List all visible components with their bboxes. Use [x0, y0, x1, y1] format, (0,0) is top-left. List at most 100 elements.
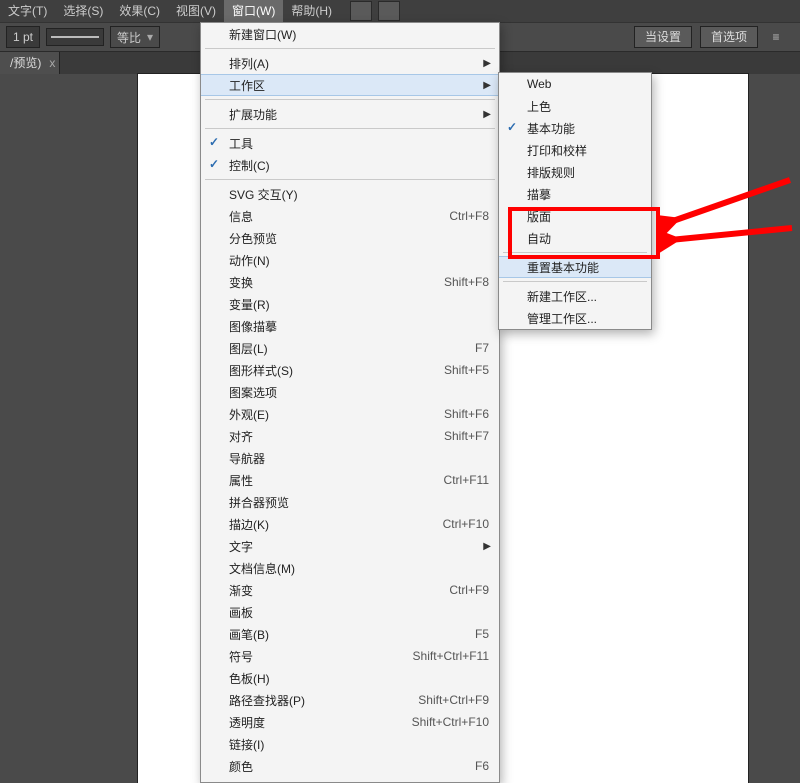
scale-mode-select[interactable]: 等比 ▾	[110, 26, 160, 48]
menu-view[interactable]: 视图(V)	[168, 0, 224, 22]
menu-help[interactable]: 帮助(H)	[283, 0, 340, 22]
preferences-button[interactable]: 首选项	[700, 26, 758, 48]
menu-item-label: 工作区	[229, 77, 489, 94]
menu-separator	[503, 281, 647, 282]
submenu-item[interactable]: 上色	[499, 95, 651, 117]
stroke-weight-field[interactable]: 1 pt	[6, 26, 40, 48]
menu-item-label: 图形样式(S)	[229, 362, 414, 379]
menu-item[interactable]: 颜色参考Shift+F3	[201, 777, 499, 783]
menu-item[interactable]: 图案选项	[201, 381, 499, 403]
menu-item-shortcut: Shift+F6	[414, 407, 489, 421]
menu-item-label: 链接(I)	[229, 736, 489, 753]
menu-item-label: 颜色	[229, 758, 445, 775]
menu-item[interactable]: 符号Shift+Ctrl+F11	[201, 645, 499, 667]
document-setup-button[interactable]: 当设置	[634, 26, 692, 48]
menu-effect[interactable]: 效果(C)	[111, 0, 168, 22]
submenu-item[interactable]: 排版规则	[499, 161, 651, 183]
submenu-item[interactable]: 版面	[499, 205, 651, 227]
menu-item[interactable]: 色板(H)	[201, 667, 499, 689]
menu-separator	[205, 128, 495, 129]
submenu-item-label: 基本功能	[527, 120, 641, 137]
menu-item-label: 对齐	[229, 428, 414, 445]
menu-item[interactable]: 文字▶	[201, 535, 499, 557]
menu-item-shortcut: Ctrl+F10	[413, 517, 489, 531]
menu-item[interactable]: 对齐Shift+F7	[201, 425, 499, 447]
menu-item-shortcut: F7	[445, 341, 489, 355]
menu-item[interactable]: 动作(N)	[201, 249, 499, 271]
menu-item[interactable]: 新建窗口(W)	[201, 23, 499, 45]
menu-item-label: 图层(L)	[229, 340, 445, 357]
menu-item-label: 属性	[229, 472, 414, 489]
stroke-preview[interactable]	[46, 28, 104, 46]
menu-item[interactable]: 图像描摹	[201, 315, 499, 337]
submenu-item-label: 管理工作区...	[527, 310, 641, 327]
menu-item-label: 外观(E)	[229, 406, 414, 423]
menu-item-shortcut: Shift+Ctrl+F9	[388, 693, 489, 707]
menu-item[interactable]: ✓工具	[201, 132, 499, 154]
menu-item[interactable]: 扩展功能▶	[201, 103, 499, 125]
menu-item-label: 颜色参考	[229, 780, 414, 783]
menu-item[interactable]: 变换Shift+F8	[201, 271, 499, 293]
menu-item[interactable]: 图形样式(S)Shift+F5	[201, 359, 499, 381]
panel-menu-icon[interactable]: ≡	[766, 27, 786, 47]
document-tab[interactable]: /预览) x	[0, 52, 60, 74]
submenu-item[interactable]: 描摹	[499, 183, 651, 205]
bridge-icon[interactable]	[350, 1, 372, 21]
menu-item-label: 新建窗口(W)	[229, 26, 489, 43]
close-icon[interactable]: x	[49, 52, 55, 74]
menu-item[interactable]: 文档信息(M)	[201, 557, 499, 579]
menu-item[interactable]: 信息Ctrl+F8	[201, 205, 499, 227]
menu-text[interactable]: 文字(T)	[0, 0, 55, 22]
submenu-item[interactable]: 打印和校样	[499, 139, 651, 161]
menu-window[interactable]: 窗口(W)	[224, 0, 283, 22]
menu-item[interactable]: 拼合器预览	[201, 491, 499, 513]
menu-item[interactable]: 图层(L)F7	[201, 337, 499, 359]
menu-item-label: 控制(C)	[229, 157, 489, 174]
menu-item[interactable]: 描边(K)Ctrl+F10	[201, 513, 499, 535]
menu-item[interactable]: 颜色F6	[201, 755, 499, 777]
submenu-item[interactable]: ✓基本功能	[499, 117, 651, 139]
menu-item[interactable]: 分色预览	[201, 227, 499, 249]
submenu-item[interactable]: 自动	[499, 227, 651, 249]
menu-item[interactable]: ✓ 控制(C)	[201, 154, 499, 176]
submenu-item-label: 重置基本功能	[527, 259, 641, 276]
menu-item[interactable]: 渐变Ctrl+F9	[201, 579, 499, 601]
menu-item-label: 符号	[229, 648, 383, 665]
menu-item[interactable]: 属性Ctrl+F11	[201, 469, 499, 491]
menu-item-shortcut: Shift+Ctrl+F11	[383, 649, 489, 663]
menu-item-label: 拼合器预览	[229, 494, 489, 511]
submenu-item[interactable]: 重置基本功能	[499, 256, 651, 278]
submenu-item[interactable]: 新建工作区...	[499, 285, 651, 307]
menu-item[interactable]: 链接(I)	[201, 733, 499, 755]
arrange-docs-icon[interactable]	[378, 1, 400, 21]
submenu-item[interactable]: Web	[499, 73, 651, 95]
menu-item[interactable]: SVG 交互(Y)	[201, 183, 499, 205]
menu-item[interactable]: 工作区▶	[201, 74, 499, 96]
submenu-arrow-icon: ▶	[483, 541, 491, 552]
scale-mode-label: 等比	[117, 29, 141, 46]
submenu-arrow-icon: ▶	[483, 109, 491, 120]
menu-item[interactable]: 透明度Shift+Ctrl+F10	[201, 711, 499, 733]
menu-item[interactable]: 排列(A)▶	[201, 52, 499, 74]
workspace-submenu[interactable]: Web 上色 ✓基本功能打印和校样排版规则描摹版面自动重置基本功能新建工作区... 管…	[498, 72, 652, 330]
menu-item[interactable]: 导航器	[201, 447, 499, 469]
menu-item-label: 导航器	[229, 450, 489, 467]
submenu-item-label: 版面	[527, 208, 641, 225]
window-menu-dropdown[interactable]: 新建窗口(W)排列(A)▶工作区▶扩展功能▶✓工具✓控制(C)SVG 交互(Y)…	[200, 22, 500, 783]
submenu-item[interactable]: 管理工作区...	[499, 307, 651, 329]
menubar: 文字(T) 选择(S) 效果(C) 视图(V) 窗口(W) 帮助(H)	[0, 0, 800, 22]
menu-item-label: 图案选项	[229, 384, 489, 401]
menu-item[interactable]: 路径查找器(P)Shift+Ctrl+F9	[201, 689, 499, 711]
menu-item[interactable]: 外观(E)Shift+F6	[201, 403, 499, 425]
check-icon: ✓	[209, 157, 219, 171]
submenu-item-label: 上色	[527, 98, 641, 115]
menu-item[interactable]: 变量(R)	[201, 293, 499, 315]
menu-item-label: SVG 交互(Y)	[229, 186, 489, 203]
menu-select[interactable]: 选择(S)	[55, 0, 111, 22]
menu-item-label: 文字	[229, 538, 489, 555]
menu-item-shortcut: Shift+F5	[414, 363, 489, 377]
submenu-item-label: 新建工作区...	[527, 288, 641, 305]
menu-item[interactable]: 画板	[201, 601, 499, 623]
menu-item[interactable]: 画笔(B)F5	[201, 623, 499, 645]
submenu-item-label: 打印和校样	[527, 142, 641, 159]
